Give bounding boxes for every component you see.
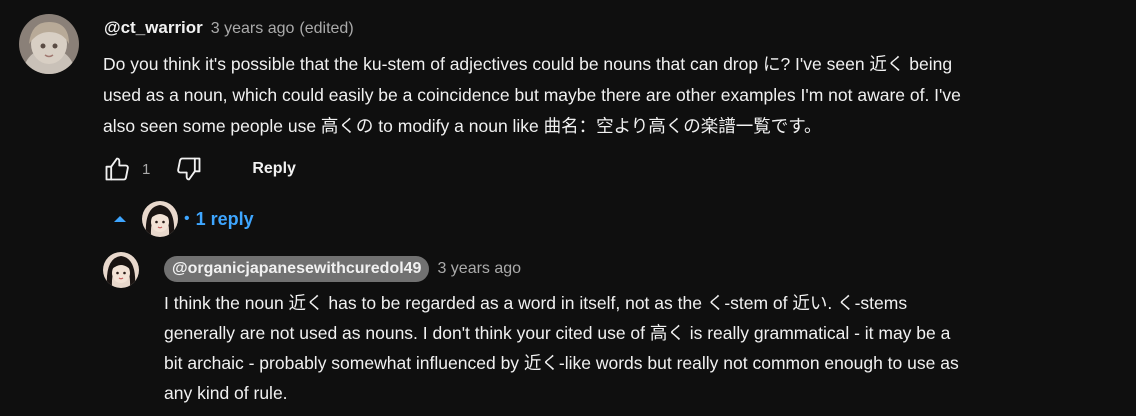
thumbs-up-icon xyxy=(105,157,129,181)
separator-dot: • xyxy=(184,210,190,227)
comment-actions: 1 Reply xyxy=(102,152,296,186)
reply-button[interactable]: Reply xyxy=(252,160,296,178)
reply-header: @organicjapanesewithcuredol49 3 years ag… xyxy=(164,254,521,284)
caret-up-icon xyxy=(110,209,130,229)
reply-author-avatar[interactable] xyxy=(103,252,139,288)
dislike-button[interactable] xyxy=(174,154,204,184)
comment-author[interactable]: @ct_warrior xyxy=(104,18,203,38)
like-button[interactable] xyxy=(102,154,132,184)
edited-label: (edited) xyxy=(299,20,354,37)
reply-author-mini-avatar xyxy=(142,201,178,237)
comment-text: Do you think it's possible that the ku-s… xyxy=(103,54,961,136)
reply-text: I think the noun 近く has to be regarded a… xyxy=(164,293,959,403)
like-count: 1 xyxy=(142,160,151,178)
comment-timestamp[interactable]: 3 years ago xyxy=(211,20,295,38)
reply-author-chip[interactable]: @organicjapanesewithcuredol49 xyxy=(164,256,430,282)
thumbs-down-icon xyxy=(177,157,201,181)
commenter-avatar[interactable] xyxy=(19,14,79,74)
replies-count-label[interactable]: 1 reply xyxy=(196,209,254,230)
comment-header: @ct_warrior 3 years ago (edited) xyxy=(104,18,354,40)
reply-timestamp[interactable]: 3 years ago xyxy=(437,260,521,278)
replies-toggle[interactable]: • 1 reply xyxy=(110,200,254,238)
